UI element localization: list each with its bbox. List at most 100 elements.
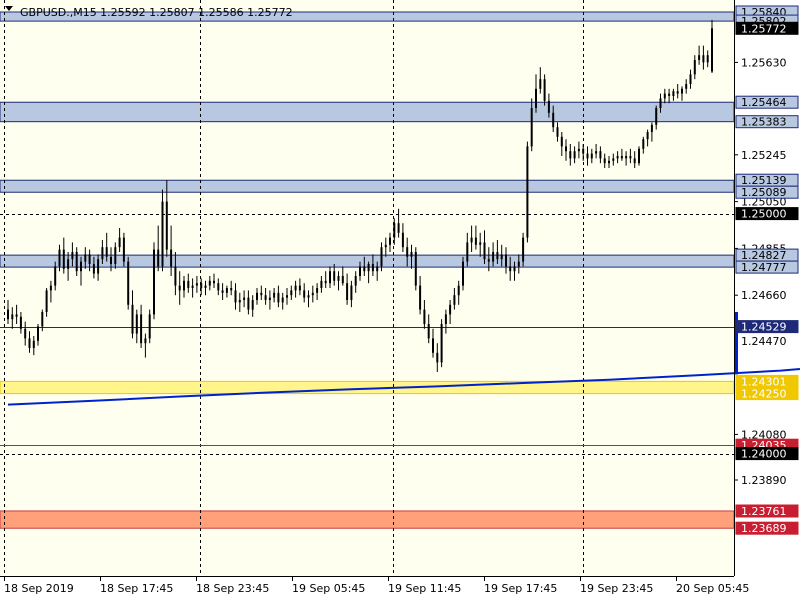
candle[interactable] [440,319,443,368]
candle-body [410,252,413,257]
candle-body [440,324,443,363]
candle-body [509,266,512,272]
candle-body [432,338,434,353]
candle-body [45,290,48,312]
price-level-label: 1.24000 [735,447,799,461]
candle[interactable] [153,242,155,320]
candle-body [281,297,284,303]
candle-body [19,316,22,329]
candle-body [277,292,280,303]
time-tick-label: 18 Sep 17:45 [100,582,173,595]
chart-window: GBPUSD.,M15 1.25592 1.25807 1.25586 1.25… [0,0,800,600]
svg-text:1.25089: 1.25089 [741,186,787,199]
candle[interactable] [522,232,525,267]
svg-text:1.25383: 1.25383 [741,116,787,129]
candle-body [371,264,374,272]
time-tick-label: 20 Sep 05:45 [676,582,749,595]
candle-body [380,247,383,267]
candle-body [67,259,70,269]
candle-body [513,266,516,272]
candle-body [298,285,301,291]
svg-text:1.23761: 1.23761 [741,505,787,518]
candle-body [92,264,95,274]
candle[interactable] [148,309,151,344]
candle-body [268,297,271,300]
candle-body [535,88,537,108]
candle-body [676,91,679,94]
candle-body [397,223,400,233]
candle-body [324,280,327,284]
mid-zone[interactable] [0,179,735,193]
candle-body [556,127,559,137]
candle-body [552,112,555,128]
candle-body [681,88,683,94]
svg-text:1.24529: 1.24529 [741,321,787,334]
candle[interactable] [638,146,640,166]
candle-body [140,314,143,344]
salmon-zone[interactable] [0,510,735,529]
candle-body [148,314,151,339]
candle-body [195,283,198,286]
price-level-label: 1.24250 [735,387,799,401]
candle-body [114,247,117,264]
svg-text:1.24000: 1.24000 [741,448,787,461]
candle-body [174,266,177,286]
candle-body [105,247,108,257]
price-level-label: 1.24529 [735,320,799,334]
yellow-zone[interactable] [0,380,735,395]
candle-body [685,84,688,89]
candle-body [37,326,39,341]
candle[interactable] [161,189,164,272]
candle-body [427,324,430,339]
chart-header: GBPUSD.,M15 1.25592 1.25807 1.25586 1.25… [5,6,293,19]
candle-body [517,261,520,267]
svg-text:1.24301: 1.24301 [741,375,787,388]
candle[interactable] [122,232,125,267]
candle-body [243,297,246,300]
candle-body [110,256,112,264]
candle-body [414,252,417,286]
candle-body [487,259,490,262]
time-tick-label: 19 Sep 23:45 [580,582,653,595]
time-tick-label: 18 Sep 23:45 [196,582,269,595]
candle-body [15,314,18,317]
candle-body [187,280,190,288]
price-level-label: 1.24301 [735,374,799,388]
candle-body [474,237,477,245]
candle-body [698,55,701,60]
candle-body [603,158,606,164]
candle-body [582,148,585,154]
candle-body [457,285,460,296]
candle-body [419,285,422,310]
candle[interactable] [526,141,529,243]
candle-body [384,244,387,248]
candle-body [638,148,640,164]
candle-body [522,237,525,262]
candle-body [608,160,610,164]
candle-body [436,352,439,363]
candle[interactable] [462,256,464,291]
candle[interactable] [127,256,130,310]
svg-text:1.24777: 1.24777 [741,261,787,274]
candle-body [612,158,615,161]
candle[interactable] [414,247,417,291]
candle-body [663,93,666,99]
candle-body [316,288,319,293]
candle-body [337,276,340,281]
price-tick-label: 1.25630 [741,56,787,69]
candle-body [221,290,224,293]
time-tick-label: 19 Sep 17:45 [484,582,557,595]
price-chart[interactable]: GBPUSD.,M15 1.25592 1.25807 1.25586 1.25… [0,0,800,600]
price-level-label: 1.24777 [735,260,799,274]
upper-mid-zone[interactable] [0,101,735,123]
candle-body [24,328,27,339]
candle-body [191,285,194,288]
candle-body [238,300,241,303]
candle-body [655,108,658,125]
candle-body [547,100,550,113]
candle-body [294,285,297,291]
svg-text:1.25000: 1.25000 [741,208,787,221]
candle-body [577,148,580,152]
candle-body [307,295,310,298]
candle-body [41,312,44,327]
